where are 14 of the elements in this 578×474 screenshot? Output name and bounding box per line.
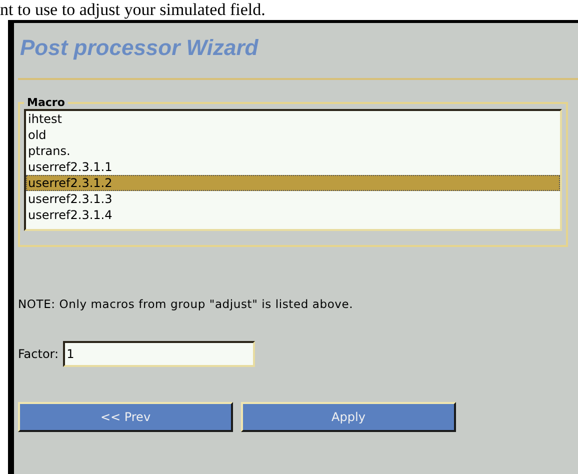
- wizard-title: Post processor Wizard: [19, 34, 260, 62]
- list-item[interactable]: ptrans.: [26, 143, 560, 159]
- document-text: nt to use to adjust your simulated field.: [0, 0, 266, 20]
- group-legend: Macro: [24, 96, 68, 109]
- factor-label: Factor:: [18, 347, 59, 361]
- list-item[interactable]: old: [26, 127, 560, 143]
- list-item[interactable]: userref2.3.1.4: [26, 207, 560, 223]
- list-item[interactable]: userref2.3.1.2: [26, 175, 560, 191]
- list-item[interactable]: userref2.3.1.3: [26, 191, 560, 207]
- macro-list[interactable]: ihtest old ptrans. userref2.3.1.1 userref2.3.1.2 userref2.3.1.3 userref2.3.1.4: [24, 109, 562, 231]
- list-item[interactable]: ihtest: [26, 111, 560, 127]
- factor-field[interactable]: 1: [62, 341, 255, 367]
- note-text: NOTE: Only macros from group "adjust" is listed above.: [18, 297, 354, 311]
- list-item[interactable]: userref2.3.1.1: [26, 159, 560, 175]
